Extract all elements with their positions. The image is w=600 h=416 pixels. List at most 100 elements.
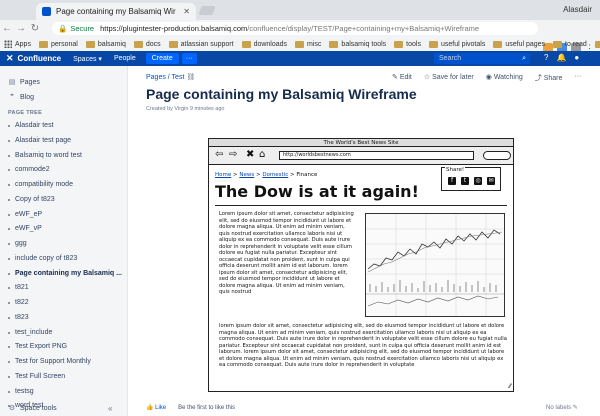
- close-tab-icon[interactable]: ✕: [183, 7, 190, 16]
- bookmarks-bar: Apps personal balsamiq docs atlassian su…: [0, 37, 600, 51]
- edit-labels-icon[interactable]: ✎: [573, 405, 578, 411]
- tree-item[interactable]: testsg: [8, 387, 122, 402]
- bookmark-folder[interactable]: docs: [133, 40, 161, 48]
- bullet-icon: [8, 361, 10, 363]
- tree-item[interactable]: Alasdair test page: [8, 136, 122, 151]
- tree-item[interactable]: t821: [8, 283, 122, 298]
- apps-grid-icon: [4, 40, 12, 48]
- sidebar-item-pages[interactable]: ▤ Pages: [8, 78, 40, 87]
- wf-headline: The Dow is at it again!: [215, 182, 419, 201]
- page-actions: ✎ Edit ☆ Save for later ◉ Watching ⤴ Sha…: [392, 73, 581, 83]
- new-tab-button[interactable]: [198, 6, 216, 15]
- address-bar[interactable]: 🔒 Secure https://plugintester-production…: [52, 22, 538, 35]
- bookmark-folder[interactable]: misc: [295, 40, 321, 48]
- url-host: https://plugintester-production.balsamiq…: [100, 24, 248, 33]
- secure-label: Secure: [70, 24, 95, 33]
- breadcrumb[interactable]: Pages / Test ⛓: [146, 73, 195, 81]
- tree-item[interactable]: Copy of t823: [8, 195, 122, 210]
- tree-item[interactable]: t823: [8, 313, 122, 328]
- edit-button[interactable]: ✎ Edit: [392, 73, 412, 83]
- bookmark-folder[interactable]: useful pivotals: [428, 40, 485, 48]
- profile-name[interactable]: Alasdair: [563, 5, 592, 14]
- folder-icon: [295, 40, 305, 48]
- tree-item[interactable]: Balsamiq to word test: [8, 151, 122, 166]
- bookmark-folder[interactable]: balsamiq tools: [329, 40, 386, 48]
- browser-chrome: Page containing my Balsamiq Wir ✕ Alasda…: [0, 0, 600, 53]
- folder-icon: [394, 40, 404, 48]
- bullet-icon: [8, 346, 10, 349]
- spaces-menu[interactable]: Spaces ▾: [73, 55, 102, 63]
- balsamiq-wireframe[interactable]: The World's Best News Site ⇦ ⇨ ✖ ⌂ http:…: [208, 138, 514, 392]
- bullet-icon: [8, 213, 10, 216]
- tree-item[interactable]: test_include: [8, 328, 122, 343]
- bookmark-folder[interactable]: todo: [594, 40, 600, 48]
- wf-home-icon: ⌂: [259, 149, 266, 160]
- folder-icon: [241, 40, 251, 48]
- notifications-icon[interactable]: 🔔: [556, 53, 566, 62]
- search-input[interactable]: Search ⌕: [434, 53, 530, 64]
- tree-item[interactable]: Test Full Screen: [8, 372, 122, 387]
- labels-area: No labels ✎: [546, 405, 578, 411]
- sidebar-item-blog[interactable]: ❞ Blog: [8, 93, 34, 102]
- like-button[interactable]: 👍 Like: [146, 404, 166, 411]
- avatar[interactable]: ●: [574, 53, 579, 62]
- back-icon[interactable]: ←: [0, 23, 14, 34]
- bullet-icon: [8, 331, 10, 334]
- bookmark-apps[interactable]: Apps: [4, 40, 31, 48]
- confluence-logo[interactable]: ✕ Confluence: [6, 53, 61, 64]
- folder-icon: [133, 40, 143, 48]
- facebook-icon: f: [448, 177, 456, 185]
- bookmark-folder[interactable]: atlassian support: [168, 40, 234, 48]
- tree-item[interactable]: Test for Support Monthly: [8, 357, 122, 372]
- bookmark-folder[interactable]: personal: [38, 40, 78, 48]
- bookmark-folder[interactable]: balsamiq: [85, 40, 126, 48]
- wf-body-text: Lorem ipsum dolor sit amet, consectetur …: [219, 211, 354, 295]
- reload-icon[interactable]: ↻: [28, 23, 42, 34]
- people-link[interactable]: People: [114, 55, 136, 62]
- bullet-icon: [8, 198, 10, 201]
- stock-chart-graphic: [366, 214, 504, 316]
- forward-icon[interactable]: →: [14, 23, 28, 34]
- tree-item[interactable]: commode2: [8, 165, 122, 180]
- tree-item[interactable]: compatibility mode: [8, 180, 122, 195]
- browser-tab[interactable]: Page containing my Balsamiq Wir ✕: [36, 3, 196, 20]
- wf-resize-handle: ⁄⁄: [508, 383, 511, 390]
- folder-icon: [428, 40, 438, 48]
- bookmark-folder[interactable]: downloads: [241, 40, 287, 48]
- tree-item[interactable]: eWF_eP: [8, 210, 122, 225]
- link-icon[interactable]: ⛓: [186, 74, 195, 81]
- wf-share-box: Share! f t ◎ ✉: [441, 167, 501, 191]
- help-icon[interactable]: ?: [544, 53, 548, 62]
- tree-item[interactable]: eWF_vP: [8, 224, 122, 239]
- bookmark-folder[interactable]: useful pages: [493, 40, 545, 48]
- save-for-later-button[interactable]: ☆ Save for later: [424, 73, 474, 83]
- bookmark-folder[interactable]: tools: [394, 40, 421, 48]
- tree-item[interactable]: Alasdair test: [8, 121, 122, 136]
- watching-button[interactable]: ◉ Watching: [486, 73, 523, 83]
- tree-item[interactable]: include copy of t823: [8, 254, 122, 269]
- create-more-button[interactable]: ···: [181, 53, 197, 64]
- quote-icon: ❞: [10, 94, 14, 101]
- wf-back-icon: ⇦: [215, 149, 224, 160]
- bullet-icon: [8, 257, 10, 260]
- instagram-icon: ◎: [474, 177, 482, 185]
- share-button[interactable]: ⤴ Share: [535, 73, 563, 83]
- tree-item[interactable]: Page containing my Balsamiq ...: [8, 269, 122, 284]
- tree-item[interactable]: t822: [8, 298, 122, 313]
- wf-forward-icon: ⇨: [229, 149, 238, 160]
- folder-icon: [594, 40, 600, 48]
- wf-url-field: http://worldsbestnews.com: [279, 151, 474, 160]
- bullet-icon: [8, 390, 10, 393]
- bookmark-folder[interactable]: to read: [553, 40, 587, 48]
- tab-bar: Page containing my Balsamiq Wir ✕ Alasda…: [0, 0, 600, 20]
- collapse-sidebar-icon[interactable]: «: [108, 404, 112, 413]
- space-tools-button[interactable]: ⚙ Space tools: [8, 404, 57, 413]
- more-actions-button[interactable]: ···: [574, 73, 581, 83]
- wf-browser-toolbar: ⇦ ⇨ ✖ ⌂ http://worldsbestnews.com: [209, 147, 513, 165]
- wf-stock-chart-image: [365, 213, 505, 317]
- tree-item[interactable]: ggg: [8, 239, 122, 254]
- tree-item[interactable]: Test Export PNG: [8, 342, 122, 357]
- wf-body-text-2: lorem ipsum dolor sit amet, consectetur …: [219, 323, 507, 368]
- create-button[interactable]: Create: [145, 53, 179, 64]
- bullet-icon: [8, 169, 10, 172]
